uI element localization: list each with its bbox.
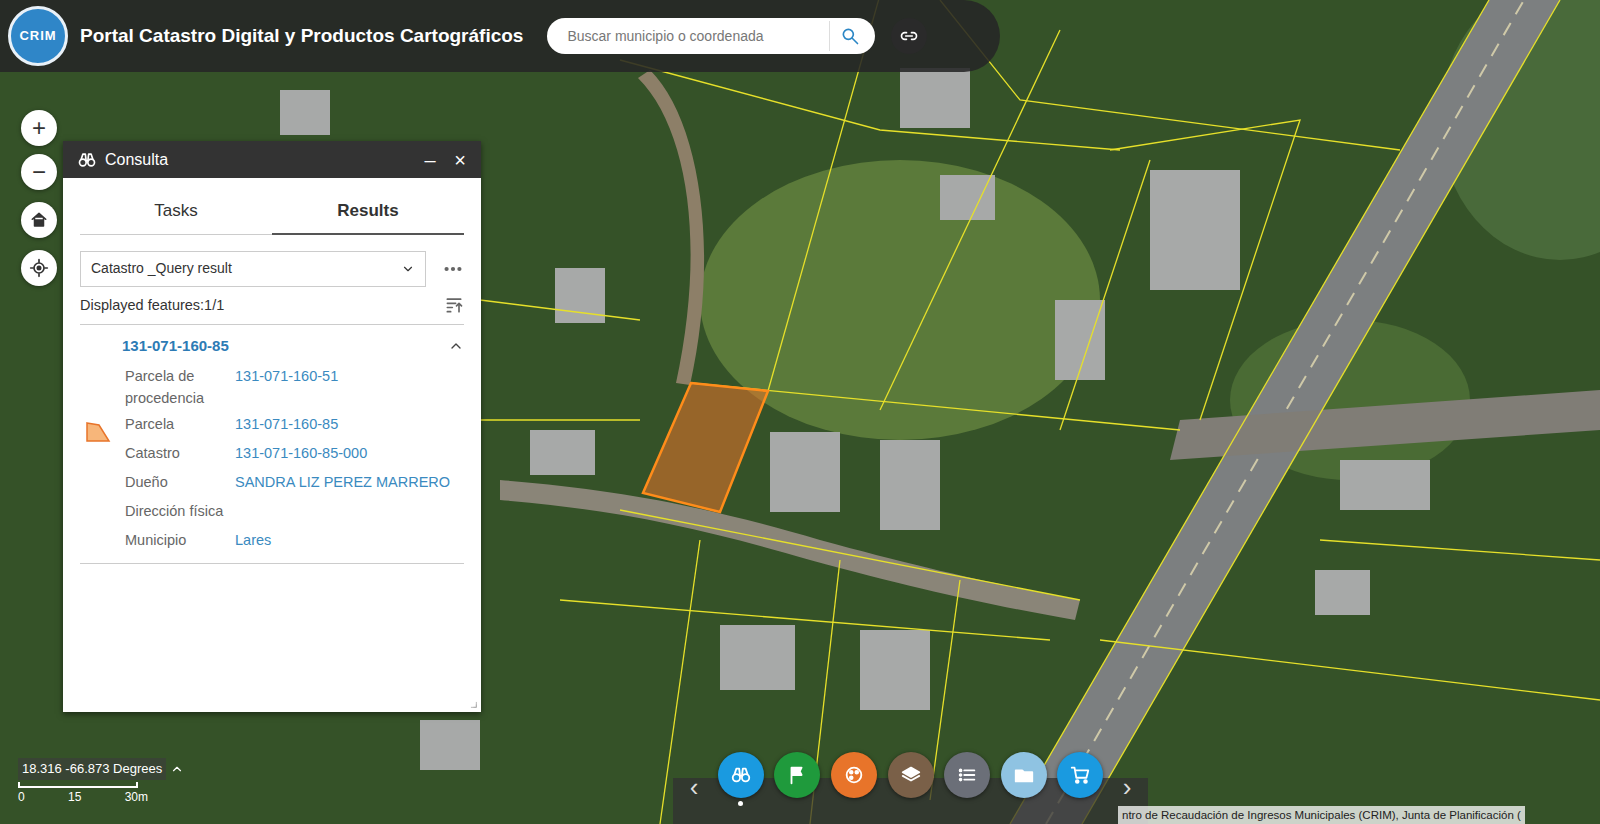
flag-tool-icon[interactable] bbox=[774, 752, 820, 798]
field-row: Parcela131-071-160-85 bbox=[80, 414, 464, 439]
more-icon[interactable] bbox=[442, 258, 464, 280]
active-dot bbox=[908, 801, 913, 806]
field-label: Parcela de procedencia bbox=[80, 366, 235, 410]
coordinate-text: 18.316 -66.873 Degrees bbox=[18, 758, 166, 780]
layer-dropdown[interactable]: Catastro _Query result bbox=[80, 251, 426, 287]
scale-label: 0 bbox=[18, 788, 25, 806]
zoom-out-button[interactable]: − bbox=[21, 154, 57, 190]
tool-slot bbox=[944, 752, 990, 806]
chevron-up-icon[interactable] bbox=[448, 338, 464, 354]
home-icon[interactable] bbox=[21, 202, 57, 238]
field-row: MunicipioLares bbox=[80, 530, 464, 555]
expand-up-icon[interactable] bbox=[170, 762, 184, 776]
close-button[interactable]: × bbox=[449, 150, 471, 170]
tool-slot bbox=[1057, 752, 1103, 806]
tool-slot bbox=[831, 752, 877, 806]
sort-icon[interactable] bbox=[444, 295, 464, 315]
scale-label: 30m bbox=[125, 788, 148, 806]
field-label: Municipio bbox=[80, 530, 235, 555]
field-value[interactable]: 131-071-160-51 bbox=[235, 366, 338, 410]
search-box bbox=[547, 18, 875, 54]
active-dot bbox=[795, 801, 800, 806]
scale-label: 15 bbox=[68, 788, 81, 806]
minimize-button[interactable]: – bbox=[419, 150, 441, 170]
field-value[interactable]: 131-071-160-85 bbox=[235, 414, 338, 439]
selected-parcel[interactable] bbox=[643, 383, 768, 512]
query-tool-icon[interactable] bbox=[718, 752, 764, 798]
panel-tabs: TasksResults bbox=[80, 186, 464, 235]
next-button[interactable]: › bbox=[1114, 768, 1140, 807]
tool-slot bbox=[718, 752, 764, 806]
field-value[interactable]: Lares bbox=[235, 530, 271, 555]
scale-labels: 0 15 30m bbox=[18, 788, 148, 806]
map-view[interactable]: CRIM Portal Catastro Digital y Productos … bbox=[0, 0, 1600, 824]
search-icon[interactable] bbox=[829, 21, 869, 51]
attribution-text: ntro de Recaudación de Ingresos Municipa… bbox=[1122, 809, 1521, 821]
attribution: ntro de Recaudación de Ingresos Municipa… bbox=[1118, 806, 1525, 824]
layer-value: Catastro _Query result bbox=[91, 258, 232, 279]
cart-tool-icon[interactable] bbox=[1057, 752, 1103, 798]
result-feature[interactable]: 131-071-160-85Parcela de procedencia131-… bbox=[80, 325, 464, 564]
field-row: Parcela de procedencia131-071-160-51 bbox=[80, 366, 464, 410]
palette-tool-icon[interactable] bbox=[831, 752, 877, 798]
panel-body: TasksResults Catastro _Query result Displa… bbox=[63, 178, 481, 712]
coordinate-display: 18.316 -66.873 Degrees bbox=[18, 758, 184, 780]
displayed-row: Displayed features:1/1 bbox=[80, 295, 464, 326]
field-label: Dirección física bbox=[80, 501, 235, 526]
header-bar: CRIM Portal Catastro Digital y Productos … bbox=[0, 0, 1000, 72]
feature-fields: Parcela de procedencia131-071-160-51Parc… bbox=[80, 366, 464, 555]
previous-button[interactable]: ‹ bbox=[681, 768, 707, 807]
search-input[interactable] bbox=[565, 25, 829, 48]
panel-tab[interactable]: Tasks bbox=[80, 186, 272, 235]
query-panel[interactable]: Consulta–× TasksResults Catastro _Query re… bbox=[63, 141, 481, 712]
scale-bar: 0 15 30m bbox=[18, 782, 158, 806]
active-dot bbox=[738, 801, 743, 806]
field-label: Dueño bbox=[80, 472, 235, 497]
link-icon[interactable] bbox=[891, 18, 927, 54]
feature-title[interactable]: 131-071-160-85 bbox=[80, 335, 229, 358]
panel-header: Consulta–× bbox=[63, 141, 481, 178]
portal-title: Portal Catastro Digital y Productos Cart… bbox=[80, 22, 523, 51]
panel-title: Consulta bbox=[105, 148, 411, 172]
field-row: Dirección física bbox=[80, 501, 464, 526]
toolbar: ‹› bbox=[673, 752, 1148, 807]
tool-slot bbox=[774, 752, 820, 806]
field-value[interactable]: 131-071-160-85-000 bbox=[235, 443, 367, 468]
locate-icon[interactable] bbox=[21, 250, 57, 286]
field-row: DueñoSANDRA LIZ PEREZ MARRERO bbox=[80, 472, 464, 497]
folder-tool-icon[interactable] bbox=[1001, 752, 1047, 798]
crim-logo[interactable]: CRIM bbox=[8, 6, 68, 66]
list-tool-icon[interactable] bbox=[944, 752, 990, 798]
field-row: Catastro131-071-160-85-000 bbox=[80, 443, 464, 468]
caret-down-icon bbox=[401, 262, 415, 276]
layers-tool-icon[interactable] bbox=[888, 752, 934, 798]
displayed-count: Displayed features:1/1 bbox=[80, 295, 224, 317]
field-label: Catastro bbox=[80, 443, 235, 468]
feature-header[interactable]: 131-071-160-85 bbox=[80, 333, 464, 358]
binoculars-icon bbox=[77, 150, 97, 170]
tool-slot bbox=[1001, 752, 1047, 806]
panel-tab[interactable]: Results bbox=[272, 186, 464, 235]
scale-line bbox=[18, 782, 138, 788]
layer-row: Catastro _Query result bbox=[80, 251, 464, 287]
map-controls: +− bbox=[21, 110, 57, 286]
active-dot bbox=[851, 801, 856, 806]
zoom-in-button[interactable]: + bbox=[21, 110, 57, 146]
active-dot bbox=[965, 801, 970, 806]
parcel-polygon-icon bbox=[85, 419, 111, 443]
resize-grip-icon[interactable] bbox=[468, 699, 478, 709]
active-dot bbox=[1078, 801, 1083, 806]
field-value[interactable]: SANDRA LIZ PEREZ MARRERO bbox=[235, 472, 450, 497]
tool-slot bbox=[888, 752, 934, 806]
active-dot bbox=[1021, 801, 1026, 806]
